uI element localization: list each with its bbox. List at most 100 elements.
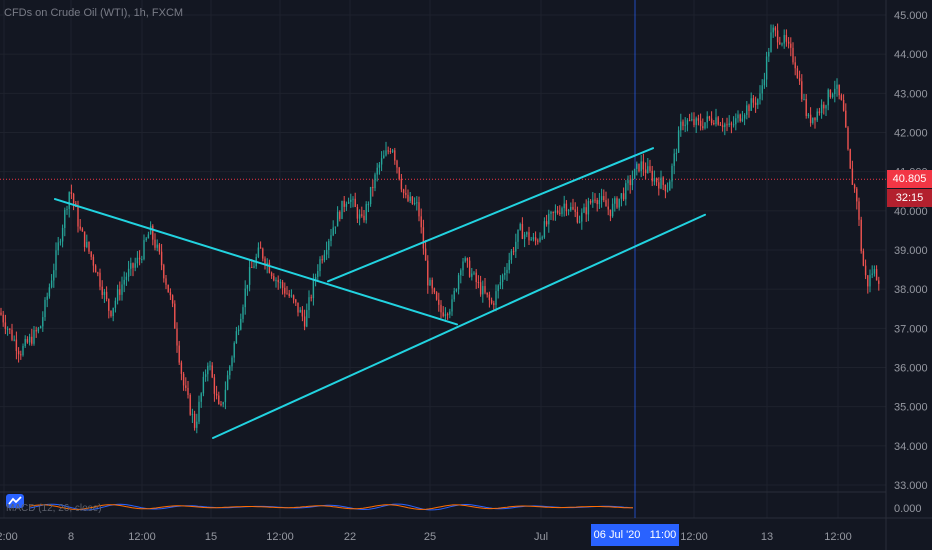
- candle-body: [647, 166, 649, 173]
- candle-body: [812, 117, 814, 123]
- candle-body: [39, 326, 42, 329]
- candle-body: [838, 84, 840, 96]
- candle-body: [482, 286, 484, 295]
- x-tick-label: 8: [68, 531, 74, 543]
- candle-body: [189, 395, 191, 415]
- candle-body: [666, 190, 669, 192]
- candle-body: [471, 273, 473, 277]
- candle-body: [50, 280, 53, 288]
- oscillator-zero-label: 0.000: [894, 503, 922, 515]
- candle-body: [323, 254, 326, 261]
- candle-body: [70, 192, 73, 194]
- candle-body: [589, 201, 592, 203]
- candle-body: [862, 251, 865, 266]
- candle-body: [510, 251, 513, 260]
- candle-body: [121, 284, 123, 295]
- candle-body: [387, 150, 389, 152]
- candle-body: [677, 130, 680, 153]
- candle-body: [438, 299, 440, 305]
- candle-body: [728, 123, 730, 126]
- candle-body: [292, 295, 295, 300]
- candle-body: [770, 32, 772, 52]
- candle-body: [752, 98, 755, 103]
- candle-body: [253, 266, 255, 268]
- candle-body: [858, 201, 860, 220]
- candle-body: [108, 299, 110, 311]
- candle-body: [444, 314, 447, 317]
- candle-body: [640, 161, 642, 172]
- price-chart[interactable]: 33.000 34.000 35.000 36.000 37.000 38.000 39.0…: [0, 0, 932, 550]
- candle-body: [803, 99, 805, 101]
- candle-body: [213, 377, 216, 394]
- candle-body: [204, 374, 207, 377]
- candle-body: [834, 88, 836, 95]
- y-tick-label: 43.000: [894, 88, 928, 100]
- candle-body: [134, 263, 136, 268]
- candle-body: [237, 329, 240, 332]
- candle-body: [464, 258, 466, 262]
- candle-body: [622, 193, 625, 200]
- candle-body: [196, 421, 198, 428]
- candle-body: [435, 292, 438, 300]
- candle-body: [607, 206, 609, 210]
- candle-body: [167, 284, 169, 293]
- candle-body: [286, 293, 288, 295]
- candle-body: [741, 118, 744, 122]
- candle-body: [581, 212, 583, 222]
- candle-body: [625, 183, 627, 200]
- candle-body: [746, 105, 748, 115]
- candle-body: [9, 328, 11, 330]
- candle-body: [732, 124, 735, 126]
- candle-body: [603, 196, 605, 201]
- candle-body: [662, 177, 664, 185]
- candle-body: [499, 281, 502, 286]
- candle-body: [116, 289, 119, 301]
- candle-body: [132, 263, 134, 268]
- candle-body: [427, 260, 429, 286]
- candle-body: [717, 117, 719, 125]
- candle-body: [48, 287, 51, 297]
- candle-body: [532, 237, 535, 240]
- candle-body: [35, 330, 37, 332]
- candle-body: [141, 259, 143, 261]
- candle-body: [563, 203, 565, 209]
- candle-body: [394, 150, 396, 161]
- candle-body: [592, 199, 594, 203]
- candle-body: [660, 177, 662, 189]
- candle-body: [512, 251, 515, 253]
- candle-body: [13, 339, 15, 341]
- candle-body: [347, 201, 350, 204]
- candle-body: [297, 302, 299, 313]
- candle-body: [779, 42, 781, 45]
- candle-body: [629, 180, 631, 186]
- candle-body: [457, 275, 460, 290]
- candle-body: [631, 178, 634, 186]
- candle-body: [671, 165, 673, 182]
- candle-body: [440, 304, 442, 313]
- candle-body: [361, 214, 363, 216]
- candle-body: [713, 122, 715, 125]
- candle-body: [0, 312, 2, 315]
- candle-body: [42, 317, 44, 327]
- candle-body: [202, 376, 205, 394]
- candle-body: [378, 164, 381, 168]
- candle-body: [105, 291, 108, 300]
- candle-body: [61, 227, 64, 242]
- candle-body: [675, 152, 678, 154]
- candle-body: [156, 244, 158, 248]
- candle-body: [185, 385, 187, 388]
- candle-body: [475, 272, 477, 283]
- candle-body: [682, 121, 684, 126]
- candle-body: [451, 299, 453, 312]
- candle-body: [574, 209, 576, 212]
- candle-body: [618, 198, 620, 208]
- candle-body: [83, 231, 86, 247]
- candle-body: [567, 210, 570, 212]
- candle-body: [17, 350, 20, 355]
- candle-body: [409, 196, 411, 201]
- candle-body: [288, 293, 290, 297]
- candle-body: [147, 234, 150, 239]
- candle-body: [385, 150, 387, 156]
- candle-body: [715, 117, 717, 125]
- candle-body: [869, 274, 871, 287]
